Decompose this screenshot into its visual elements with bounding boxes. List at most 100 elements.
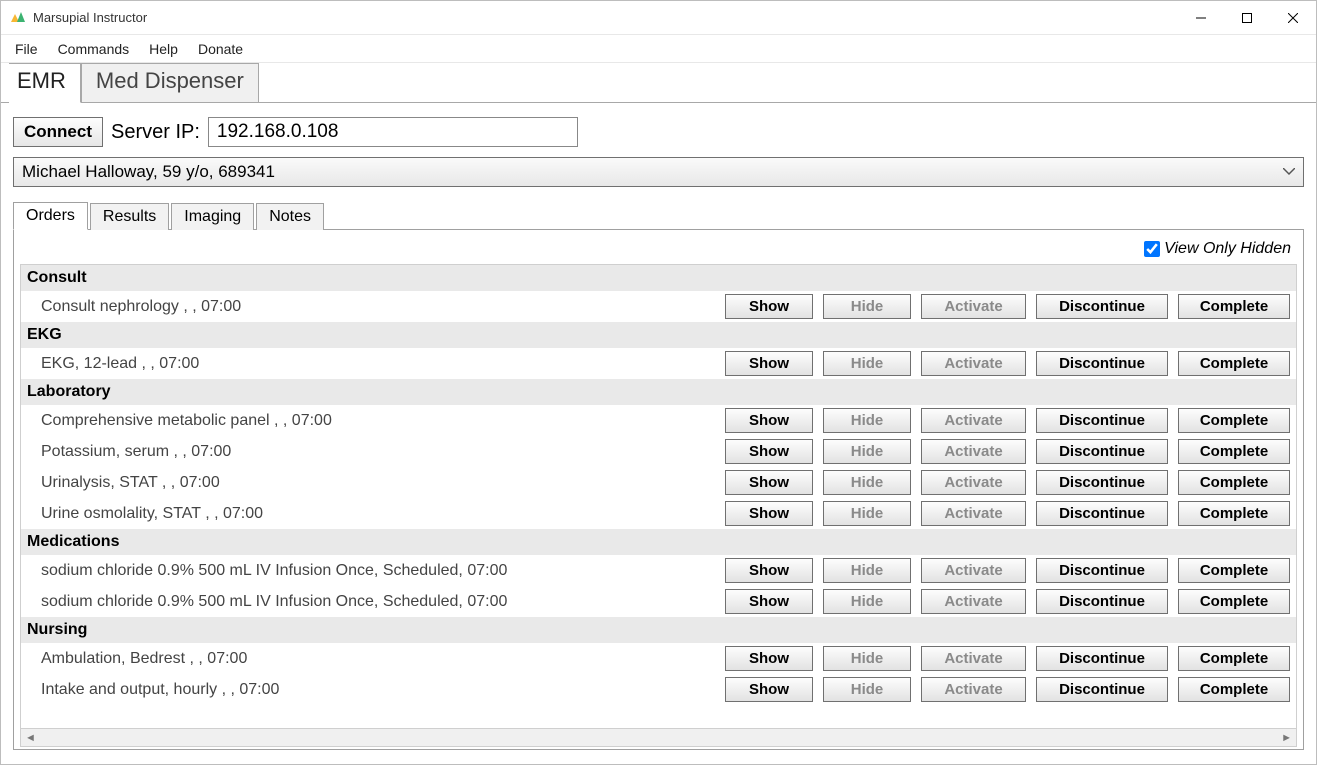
activate-button[interactable]: Activate [921,294,1026,319]
hide-button[interactable]: Hide [823,589,911,614]
order-category-header: Consult [21,265,1296,291]
connect-row: Connect Server IP: [1,103,1316,157]
show-button[interactable]: Show [725,677,813,702]
hide-button[interactable]: Hide [823,501,911,526]
patient-dropdown[interactable]: Michael Halloway, 59 y/o, 689341 [13,157,1304,187]
activate-button[interactable]: Activate [921,408,1026,433]
discontinue-button[interactable]: Discontinue [1036,646,1168,671]
order-text: Consult nephrology , , 07:00 [41,298,715,316]
hide-button[interactable]: Hide [823,439,911,464]
order-row: EKG, 12-lead , , 07:00 Show Hide Activate Di… [21,348,1296,379]
scroll-left-icon[interactable]: ◄ [25,732,36,744]
order-text: Intake and output, hourly , , 07:00 [41,681,715,699]
complete-button[interactable]: Complete [1178,558,1290,583]
patient-selected: Michael Halloway, 59 y/o, 689341 [22,162,275,182]
complete-button[interactable]: Complete [1178,439,1290,464]
activate-button[interactable]: Activate [921,646,1026,671]
order-text: Ambulation, Bedrest , , 07:00 [41,650,715,668]
activate-button[interactable]: Activate [921,351,1026,376]
tab-med-dispenser[interactable]: Med Dispenser [81,63,259,103]
activate-button[interactable]: Activate [921,558,1026,583]
complete-button[interactable]: Complete [1178,294,1290,319]
subtab-orders[interactable]: Orders [13,202,88,230]
order-row: Consult nephrology , , 07:00 Show Hide Acti… [21,291,1296,322]
activate-button[interactable]: Activate [921,589,1026,614]
main-tabs: EMR Med Dispenser [1,63,1316,103]
show-button[interactable]: Show [725,351,813,376]
discontinue-button[interactable]: Discontinue [1036,439,1168,464]
menu-commands[interactable]: Commands [48,38,140,60]
show-button[interactable]: Show [725,501,813,526]
order-text: Comprehensive metabolic panel , , 07:00 [41,412,715,430]
show-button[interactable]: Show [725,408,813,433]
titlebar: Marsupial Instructor [1,1,1316,35]
hide-button[interactable]: Hide [823,294,911,319]
discontinue-button[interactable]: Discontinue [1036,408,1168,433]
hide-button[interactable]: Hide [823,677,911,702]
menubar: File Commands Help Donate [1,35,1316,63]
chevron-down-icon [1283,166,1295,178]
view-only-hidden-row: View Only Hidden [20,236,1297,264]
hide-button[interactable]: Hide [823,351,911,376]
menu-donate[interactable]: Donate [188,38,253,60]
show-button[interactable]: Show [725,646,813,671]
view-only-hidden-label: View Only Hidden [1164,240,1291,258]
complete-button[interactable]: Complete [1178,677,1290,702]
hide-button[interactable]: Hide [823,646,911,671]
order-row: Urine osmolality, STAT , , 07:00 Show Hide… [21,498,1296,529]
hide-button[interactable]: Hide [823,470,911,495]
complete-button[interactable]: Complete [1178,589,1290,614]
discontinue-button[interactable]: Discontinue [1036,558,1168,583]
subtab-results[interactable]: Results [90,203,169,230]
minimize-button[interactable] [1178,1,1224,35]
window-title: Marsupial Instructor [33,10,147,25]
orders-panel: View Only Hidden ConsultConsult nephrolo… [13,229,1304,750]
maximize-button[interactable] [1224,1,1270,35]
order-row: sodium chloride 0.9% 500 mL IV Infusion … [21,555,1296,586]
show-button[interactable]: Show [725,439,813,464]
discontinue-button[interactable]: Discontinue [1036,589,1168,614]
horizontal-scrollbar[interactable]: ◄ ► [20,729,1297,747]
scroll-right-icon[interactable]: ► [1281,732,1292,744]
hide-button[interactable]: Hide [823,408,911,433]
discontinue-button[interactable]: Discontinue [1036,501,1168,526]
connect-button[interactable]: Connect [13,117,103,147]
discontinue-button[interactable]: Discontinue [1036,294,1168,319]
order-row: Potassium, serum , , 07:00ShowHideActiva… [21,436,1296,467]
activate-button[interactable]: Activate [921,439,1026,464]
server-ip-input[interactable] [208,117,578,147]
discontinue-button[interactable]: Discontinue [1036,470,1168,495]
subtab-notes[interactable]: Notes [256,203,324,230]
show-button[interactable]: Show [725,470,813,495]
complete-button[interactable]: Complete [1178,470,1290,495]
order-text: sodium chloride 0.9% 500 mL IV Infusion … [41,562,715,580]
discontinue-button[interactable]: Discontinue [1036,677,1168,702]
patient-row: Michael Halloway, 59 y/o, 689341 [1,157,1316,197]
activate-button[interactable]: Activate [921,677,1026,702]
app-icon [9,9,27,27]
order-category-header: Laboratory [21,379,1296,405]
order-row: Ambulation, Bedrest , , 07:00 Show Hide Act… [21,643,1296,674]
orders-scroll[interactable]: Consult Consult nephrology , , 07:00 Show H… [20,264,1297,729]
complete-button[interactable]: Complete [1178,351,1290,376]
order-text: EKG, 12-lead , , 07:00 [41,355,715,373]
complete-button[interactable]: Complete [1178,408,1290,433]
subtab-imaging[interactable]: Imaging [171,203,254,230]
order-row: Urinalysis, STAT , , 07:00ShowHideActiva… [21,467,1296,498]
show-button[interactable]: Show [725,294,813,319]
complete-button[interactable]: Complete [1178,646,1290,671]
discontinue-button[interactable]: Discontinue [1036,351,1168,376]
close-button[interactable] [1270,1,1316,35]
sub-tabs: Orders Results Imaging Notes [13,201,1304,229]
menu-file[interactable]: File [5,38,48,60]
activate-button[interactable]: Activate [921,470,1026,495]
show-button[interactable]: Show [725,558,813,583]
view-only-hidden-checkbox[interactable] [1144,241,1160,257]
complete-button[interactable]: Complete [1178,501,1290,526]
activate-button[interactable]: Activate [921,501,1026,526]
hide-button[interactable]: Hide [823,558,911,583]
order-text: Urine osmolality, STAT , , 07:00 [41,505,715,523]
menu-help[interactable]: Help [139,38,188,60]
show-button[interactable]: Show [725,589,813,614]
tab-emr[interactable]: EMR [9,63,81,103]
